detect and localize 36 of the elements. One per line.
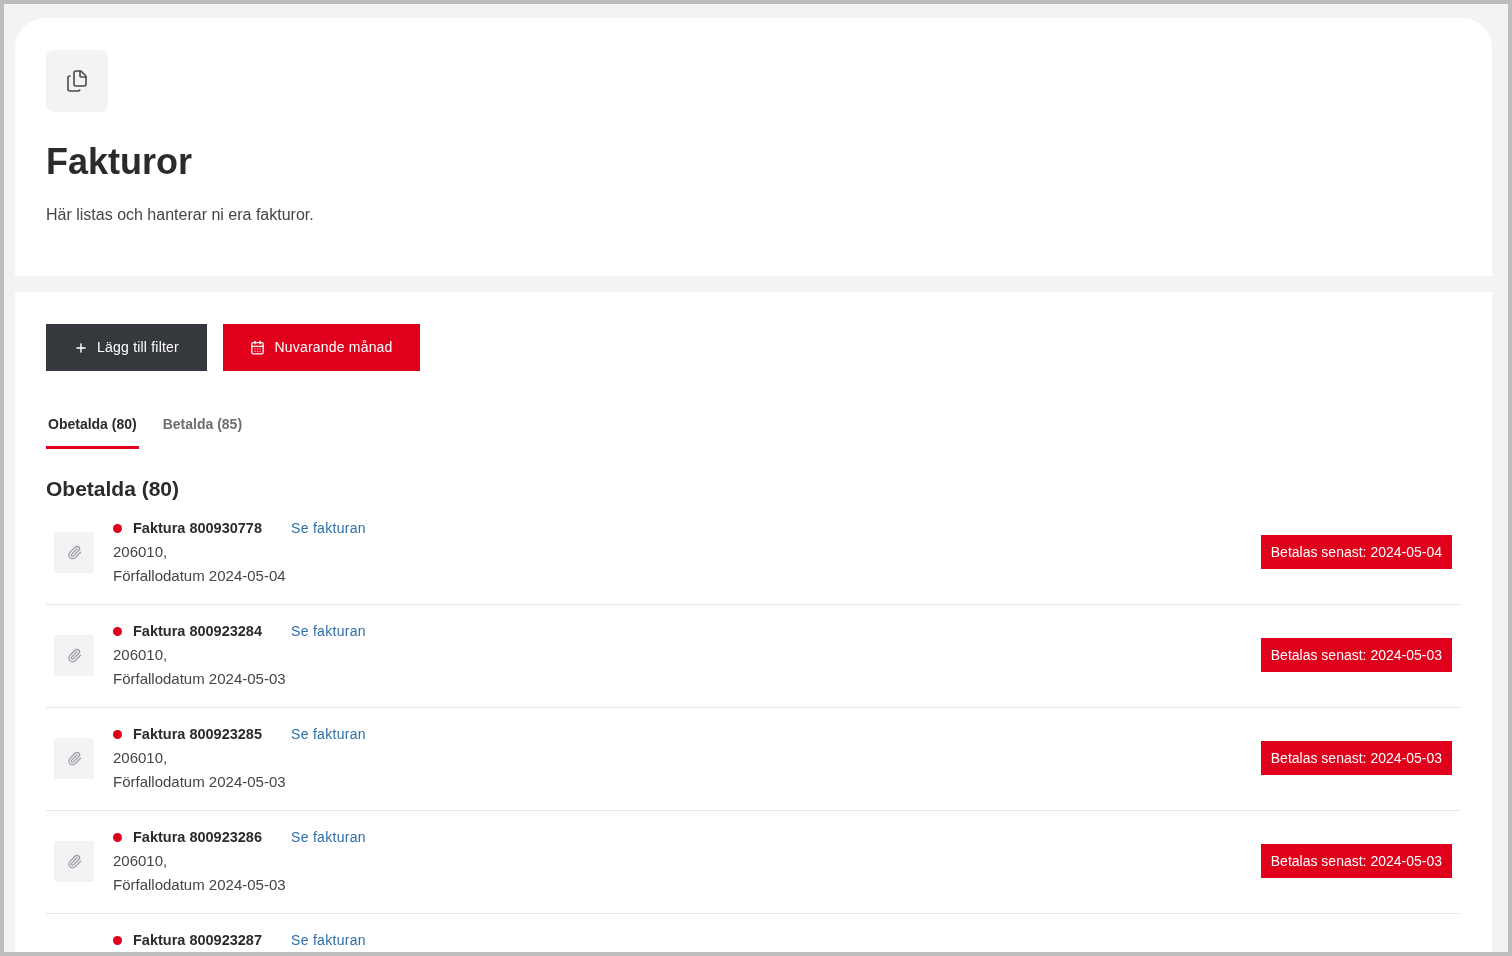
pay-by-badge: Betalas senast: 2024-05-03 bbox=[1260, 844, 1452, 878]
invoice-title: Faktura 800923285 bbox=[133, 725, 263, 744]
account-number: 206010, bbox=[113, 645, 169, 665]
paperclip-icon bbox=[66, 544, 82, 560]
account-number: 206010, bbox=[113, 851, 169, 871]
pay-by-badge: Betalas senast: 2024-05-03 bbox=[1260, 741, 1452, 775]
paperclip-icon bbox=[66, 853, 82, 869]
account-number: 206010, bbox=[113, 748, 169, 768]
section-heading: Obetalda (80) bbox=[46, 476, 181, 502]
page-title: Fakturor bbox=[46, 140, 194, 184]
tab[interactable]: Obetalda (80) bbox=[46, 414, 139, 449]
plus-icon bbox=[74, 340, 89, 355]
invoice-title: Faktura 800923286 bbox=[133, 828, 263, 847]
paperclip-icon bbox=[66, 750, 82, 766]
due-date-text: Förfallodatum 2024-05-03 bbox=[113, 875, 287, 895]
paperclip-icon bbox=[66, 647, 82, 663]
view-invoice-link[interactable]: Se fakturan bbox=[291, 619, 366, 643]
page-description: Här listas och hanterar ni era fakturor. bbox=[46, 205, 315, 225]
documents-icon bbox=[65, 69, 89, 93]
invoice-title: Faktura 800923284 bbox=[133, 622, 263, 641]
view-invoice-link[interactable]: Se fakturan bbox=[291, 516, 366, 540]
add-filter-button[interactable]: Lägg till filter bbox=[46, 324, 207, 371]
tab[interactable]: Betalda (85) bbox=[160, 414, 245, 449]
calendar-icon bbox=[250, 340, 266, 355]
invoice-title: Faktura 800923287 bbox=[133, 931, 263, 950]
due-date-text: Förfallodatum 2024-05-03 bbox=[113, 772, 287, 792]
current-month-button[interactable]: Nuvarande månad bbox=[223, 324, 420, 371]
pay-by-badge: Betalas senast: 2024-05-03 bbox=[1260, 638, 1452, 672]
view-invoice-link[interactable]: Se fakturan bbox=[291, 825, 366, 849]
due-date-text: Förfallodatum 2024-05-04 bbox=[113, 566, 287, 586]
invoice-title: Faktura 800930778 bbox=[133, 519, 263, 538]
account-number: 206010, bbox=[113, 542, 169, 562]
view-invoice-link[interactable]: Se fakturan bbox=[291, 722, 366, 746]
due-date-text: Förfallodatum 2024-05-03 bbox=[113, 669, 287, 689]
pay-by-badge: Betalas senast: 2024-05-04 bbox=[1260, 535, 1452, 569]
view-invoice-link[interactable]: Se fakturan bbox=[291, 928, 366, 952]
